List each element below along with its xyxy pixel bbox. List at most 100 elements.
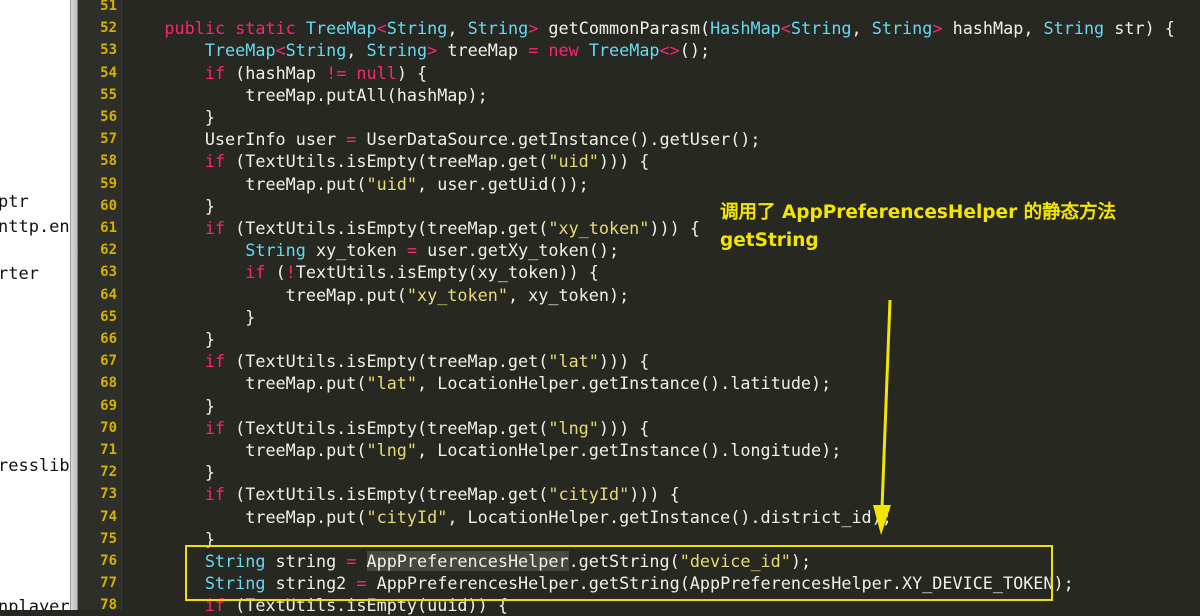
code-line[interactable]: } — [124, 328, 215, 350]
code-token: "device_id" — [679, 551, 791, 571]
code-line[interactable]: UserInfo user = UserDataSource.getInstan… — [124, 128, 761, 150]
code-token: String — [366, 40, 428, 61]
code-line[interactable]: if (hashMap != null) { — [124, 62, 427, 84]
code-line[interactable]: public static TreeMap<String, String> ge… — [124, 17, 1175, 39]
code-token: ) { — [396, 62, 428, 83]
project-tree-item[interactable]: ptr — [0, 192, 29, 212]
code-token: TreeMap — [588, 40, 660, 61]
code-token: } — [124, 395, 215, 416]
code-token: String — [386, 18, 448, 39]
code-line[interactable]: } — [124, 306, 255, 328]
code-token: String — [467, 18, 529, 39]
code-token: (TextUtils.isEmpty(treeMap.get( — [225, 151, 549, 172]
code-token: treeMap.put( — [124, 173, 367, 194]
code-line[interactable]: String xy_token = user.getXy_token(); — [124, 239, 619, 261]
code-line[interactable]: if (TextUtils.isEmpty(uuid)) { — [124, 594, 508, 616]
code-line[interactable]: treeMap.put("xy_token", xy_token); — [124, 284, 630, 306]
line-number: 74 — [100, 508, 117, 525]
line-number: 73 — [100, 486, 117, 503]
code-token: <> — [659, 40, 680, 61]
code-token: if — [204, 595, 226, 616]
line-number: 60 — [100, 197, 117, 214]
code-token: > — [427, 40, 448, 61]
code-token: , — [851, 18, 872, 39]
line-number: 66 — [100, 331, 117, 347]
code-token: if — [204, 218, 226, 238]
code-line[interactable]: if (TextUtils.isEmpty(treeMap.get("xy_to… — [124, 217, 700, 239]
code-line[interactable]: if (TextUtils.isEmpty(treeMap.get("uid")… — [124, 150, 650, 172]
project-tree-item[interactable]: nplayer — [0, 597, 70, 610]
code-editor[interactable]: public static TreeMap<String, String> ge… — [124, 0, 1200, 615]
code-line[interactable]: TreeMap<String, String> treeMap = new Tr… — [124, 39, 710, 61]
code-token: hashMap, — [952, 18, 1044, 39]
code-token: , LocationHelper.getInstance().district_… — [447, 506, 892, 527]
project-tree-item[interactable]: rter — [0, 264, 39, 284]
code-token: treeMap.put( — [124, 506, 367, 527]
code-token: < — [780, 18, 791, 39]
code-token: "xy_token" — [548, 218, 650, 238]
code-token: if — [204, 351, 226, 372]
code-line[interactable]: } — [124, 195, 215, 217]
code-line[interactable]: if (TextUtils.isEmpty(treeMap.get("lat")… — [124, 350, 650, 372]
project-tree-item[interactable]: resslib — [0, 456, 70, 476]
code-token: < — [376, 18, 387, 39]
line-number: 64 — [100, 286, 117, 303]
line-number: 53 — [100, 42, 117, 59]
code-token: if — [245, 262, 266, 283]
line-number: 71 — [100, 442, 117, 458]
code-token: UserDataSource.getInstance().getUser(); — [356, 129, 761, 150]
code-line[interactable]: } — [124, 528, 215, 550]
line-number: 75 — [100, 530, 117, 547]
code-token: string — [265, 551, 347, 571]
code-line[interactable]: treeMap.putAll(hashMap); — [124, 84, 487, 106]
code-line[interactable]: treeMap.put("lat", LocationHelper.getIns… — [124, 372, 831, 394]
code-line[interactable]: if (TextUtils.isEmpty(treeMap.get("cityI… — [124, 483, 680, 505]
code-token: = — [356, 573, 367, 594]
code-token: treeMap.put( — [124, 440, 367, 460]
line-number: 63 — [100, 264, 117, 281]
line-number: 70 — [100, 419, 117, 436]
line-number: 54 — [100, 64, 117, 81]
code-token: ))) { — [649, 218, 700, 238]
code-token: (TextUtils.isEmpty(treeMap.get( — [225, 417, 549, 438]
code-token: , LocationHelper.getInstance().longitude… — [417, 440, 842, 460]
code-token: treeMap.put( — [124, 284, 407, 305]
code-token: String — [204, 551, 266, 571]
code-token: ! — [285, 262, 296, 283]
line-number: 69 — [100, 397, 117, 414]
project-tree-item[interactable]: nttp.en — [0, 217, 70, 237]
code-token: ); — [790, 551, 812, 571]
code-token: ( — [265, 262, 286, 283]
code-token: (TextUtils.isEmpty(treeMap.get( — [225, 218, 549, 238]
code-line[interactable]: } — [124, 461, 215, 483]
code-token: str) { — [1104, 18, 1175, 39]
code-line[interactable]: String string2 = AppPreferencesHelper.ge… — [124, 572, 1074, 594]
code-token: (); — [679, 40, 711, 61]
code-line[interactable]: treeMap.put("cityId", LocationHelper.get… — [124, 506, 892, 528]
line-number: 51 — [100, 0, 117, 14]
code-line[interactable]: String string = AppPreferencesHelper.get… — [124, 550, 811, 572]
code-line[interactable]: treeMap.put("lng", LocationHelper.getIns… — [124, 439, 841, 461]
code-token: , xy_token); — [507, 284, 630, 305]
code-token: "lat" — [548, 351, 599, 372]
code-line[interactable]: if (!TextUtils.isEmpty(xy_token)) { — [124, 261, 599, 283]
code-line[interactable]: } — [124, 395, 215, 417]
code-token: xy_token — [305, 240, 407, 261]
line-number: 72 — [100, 464, 117, 481]
code-token: HashMap — [710, 18, 781, 39]
code-token: "cityId" — [548, 484, 630, 505]
code-token: < — [275, 40, 286, 61]
code-token: , LocationHelper.getInstance().latitude)… — [417, 373, 832, 394]
code-line[interactable]: if (TextUtils.isEmpty(treeMap.get("lng")… — [124, 417, 650, 439]
line-number: 62 — [100, 242, 117, 259]
code-line[interactable]: treeMap.put("uid", user.getUid()); — [124, 173, 589, 195]
code-line[interactable]: } — [124, 106, 215, 128]
code-token: } — [124, 462, 215, 483]
